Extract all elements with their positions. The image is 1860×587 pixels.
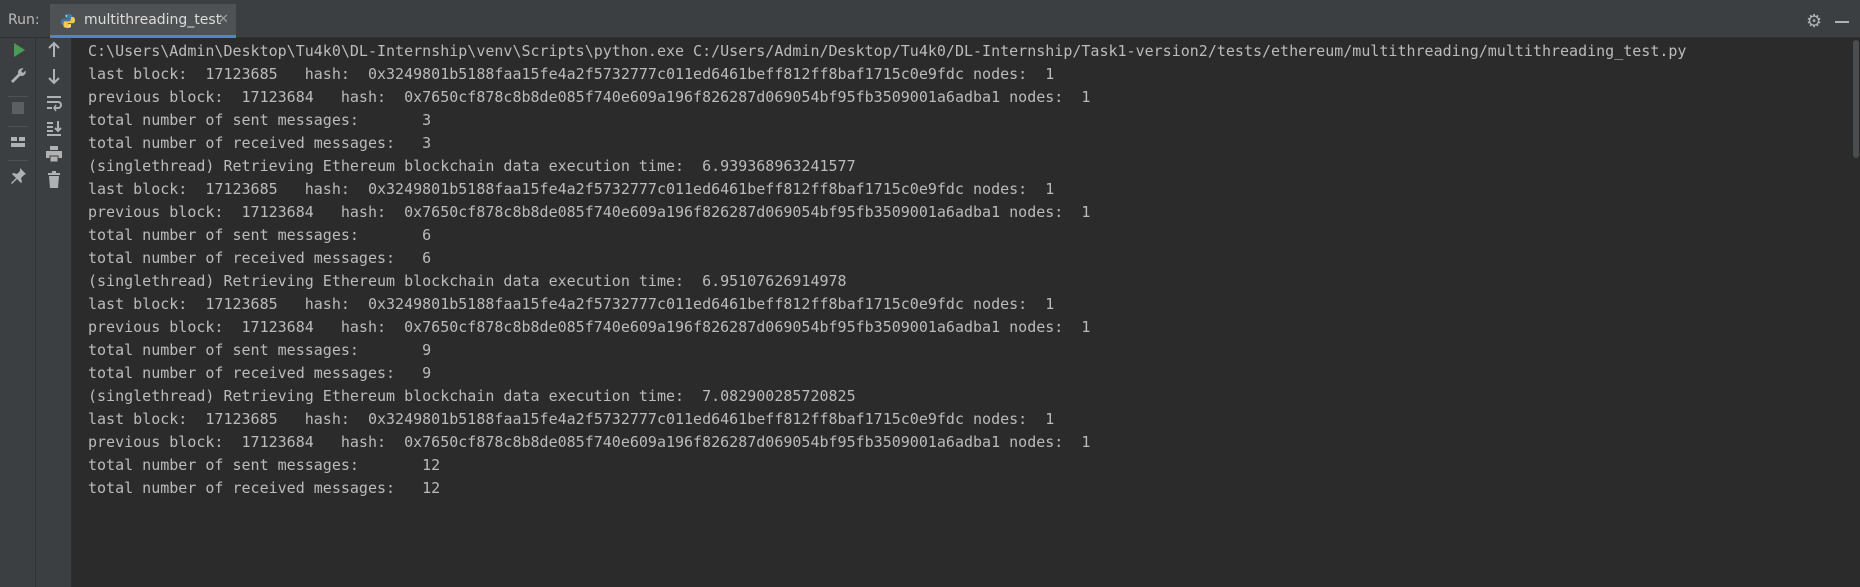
tab-multithreading-test[interactable]: multithreading_test ✕ — [50, 4, 236, 38]
scroll-to-end-icon[interactable] — [42, 116, 66, 140]
run-label: Run: — [8, 12, 40, 28]
scrollbar-thumb[interactable] — [1853, 40, 1859, 158]
python-file-icon — [60, 13, 76, 29]
console-line: previous block: 17123684 hash: 0x7650cf8… — [88, 203, 1091, 221]
console-toolbar — [36, 38, 72, 587]
console-line: total number of received messages: 6 — [88, 249, 432, 267]
console-line: last block: 17123685 hash: 0x3249801b518… — [88, 65, 1055, 83]
gear-icon[interactable]: ⚙ — [1806, 11, 1822, 32]
run-toolbar — [0, 38, 36, 587]
layout-icon[interactable] — [6, 130, 30, 154]
run-icon[interactable] — [6, 38, 30, 62]
wrench-icon[interactable] — [6, 64, 30, 88]
minimize-icon[interactable] — [1835, 21, 1849, 23]
console-line: total number of sent messages: 9 — [88, 341, 432, 359]
trash-icon[interactable] — [42, 168, 66, 192]
arrow-down-icon[interactable] — [42, 64, 66, 88]
console-line: total number of sent messages: 6 — [88, 226, 432, 244]
console-line: total number of received messages: 3 — [88, 134, 432, 152]
console-line: previous block: 17123684 hash: 0x7650cf8… — [88, 318, 1091, 336]
console-line: (singlethread) Retrieving Ethereum block… — [88, 387, 856, 405]
toolbar-separator — [8, 126, 28, 127]
console-line: last block: 17123685 hash: 0x3249801b518… — [88, 295, 1055, 313]
toolbar-separator — [8, 160, 28, 161]
console-line: previous block: 17123684 hash: 0x7650cf8… — [88, 88, 1091, 106]
stop-icon[interactable] — [6, 96, 30, 120]
console-line: total number of sent messages: 3 — [88, 111, 432, 129]
print-icon[interactable] — [42, 142, 66, 166]
console-line: (singlethread) Retrieving Ethereum block… — [88, 272, 847, 290]
console-line: (singlethread) Retrieving Ethereum block… — [88, 157, 856, 175]
console-line: last block: 17123685 hash: 0x3249801b518… — [88, 180, 1055, 198]
tab-title: multithreading_test — [84, 12, 222, 28]
console-output[interactable]: C:\Users\Admin\Desktop\Tu4k0\DL-Internsh… — [74, 38, 1850, 587]
pin-icon[interactable] — [6, 164, 30, 188]
close-icon[interactable]: ✕ — [218, 12, 229, 27]
console-line: total number of received messages: 9 — [88, 364, 432, 382]
console-line: last block: 17123685 hash: 0x3249801b518… — [88, 410, 1055, 428]
arrow-up-icon[interactable] — [42, 38, 66, 62]
console-line: previous block: 17123684 hash: 0x7650cf8… — [88, 433, 1091, 451]
run-tool-window-header: Run: multithreading_test ✕ ⚙ — [0, 4, 1860, 38]
console-line: total number of sent messages: 12 — [88, 456, 441, 474]
soft-wrap-icon[interactable] — [42, 90, 66, 114]
console-line: total number of received messages: 12 — [88, 479, 441, 497]
console-line: C:\Users\Admin\Desktop\Tu4k0\DL-Internsh… — [88, 42, 1687, 60]
